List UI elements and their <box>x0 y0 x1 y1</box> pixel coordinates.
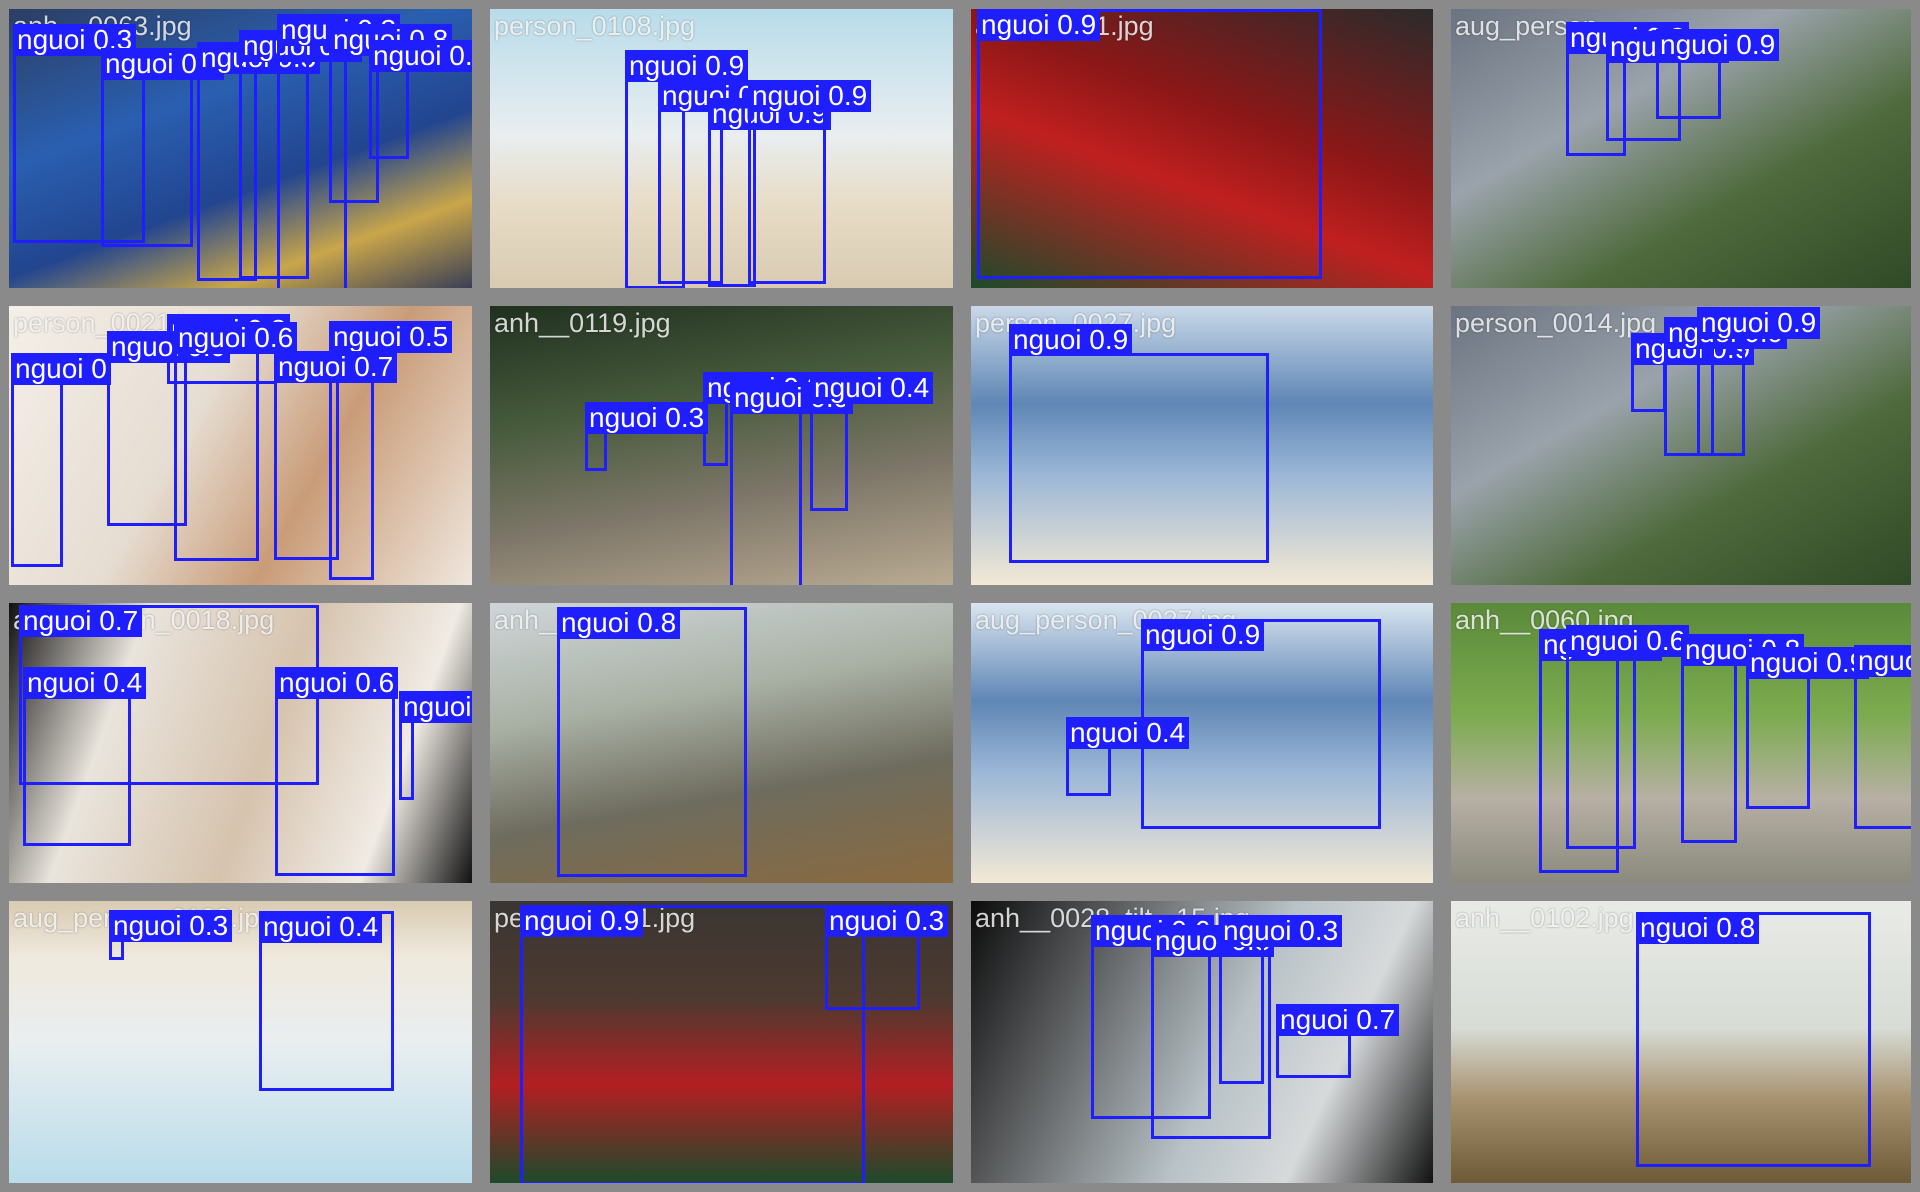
detection-label: nguoi 0.4 <box>1066 717 1190 749</box>
detection-box: nguoi 0.9 <box>1009 324 1269 563</box>
detection-label: nguoi 0.3 <box>109 910 233 942</box>
detection-box: nguoi 0.4 <box>23 667 147 846</box>
detection-box: nguoi 0.4 <box>259 911 394 1091</box>
image-tile: anh__0119.jpgnguoi 0.3nguoi 0.8nguoi 0.9… <box>481 297 962 594</box>
detection-box: nguoi 0.3 <box>1219 915 1343 1084</box>
image-tile: aug_person_0018.jpg nguoi 0.7 nguoi 0.4 ngu… <box>0 594 481 892</box>
detection-box: nguoi 0.8 <box>1681 634 1805 843</box>
image-tile: anh__0026.jpgnguoi 0.8 <box>481 594 962 892</box>
detection-box: nguoi 0.9 <box>1631 333 1755 412</box>
detection-box: nguoi 0.7 <box>274 351 398 560</box>
detection-box: nguoi 0.8 <box>703 372 827 466</box>
detection-label: nguoi 0.9 <box>1746 647 1870 679</box>
detection-label: nguoi 0.5 <box>329 321 453 353</box>
image-tile: person_0041.jpgnguoi 0.9nguoi 0.3 <box>481 892 962 1192</box>
detection-label: nguoi 0.7 <box>1276 1004 1400 1036</box>
detection-label: nguoi 0.7 <box>19 605 143 637</box>
detection-box: nguoi 0.3 <box>109 910 233 960</box>
detection-label: nguoi 0.9 <box>1141 619 1265 651</box>
detection-label: nguoi 0.9 <box>1656 29 1780 61</box>
detection-label: nguoi 0.4 <box>810 372 934 404</box>
filename-label: anh__0119.jpg <box>494 308 671 338</box>
detection-box: nguoi 0.4 <box>399 691 472 800</box>
detection-label: nguoi 0.6 <box>1566 625 1690 657</box>
detection-label: nguoi 0.3 <box>585 402 709 434</box>
detection-label: nguoi 0 <box>11 353 111 385</box>
detection-label: nguoi 0.9 <box>1854 645 1911 677</box>
detection-box: nguoi 0.8 <box>1636 912 1871 1167</box>
detection-label: nguoi 0.3 <box>825 905 949 937</box>
detection-box: nguoi 0.9 <box>1697 307 1821 456</box>
detection-label: nguoi 0.4 <box>399 691 472 723</box>
detection-box: nguoi 0.9 <box>748 80 872 284</box>
detection-box: nguoi 0.3 <box>585 402 709 471</box>
photo <box>9 901 472 1183</box>
image-tile: anh__0063.jpgnguoi 0.3nguoi 0.6nguoi 0.5… <box>0 0 481 297</box>
detection-box: nguoi 0.9 <box>730 382 854 585</box>
image-tile: aug_personnguoi 0.3nguoi 0.7nguoi 0.9 <box>1442 0 1920 297</box>
detection-grid: anh__0063.jpgnguoi 0.3nguoi 0.6nguoi 0.5… <box>0 0 1920 1192</box>
detection-label: nguoi 0.7 <box>274 351 398 383</box>
filename-label: anh__0102.jpg <box>1455 903 1634 933</box>
image-tile: aug_person_0027.jpg nguoi 0.9 nguoi 0.4 <box>962 594 1442 892</box>
detection-label: nguoi 0.9 <box>520 905 644 937</box>
image-tile: anh__0060.jpgnguoi 0.6nguoi 0.6nguoi 0.8… <box>1442 594 1920 892</box>
detection-box: nguoi 0.6 <box>275 667 399 876</box>
detection-box: nguoi 0.4 <box>1066 717 1190 796</box>
detection-label: nguoi 0.8 <box>369 40 472 72</box>
image-tile: person_0027.jpg nguoi 0.9 <box>962 297 1442 594</box>
detection-box: nguoi 0 <box>11 353 111 567</box>
detection-box: nguoi 0.6 <box>1566 625 1690 849</box>
detection-box: nguoi 0.7 <box>1276 1004 1400 1078</box>
detection-box: nguoi 0.9 <box>1854 645 1911 829</box>
detection-label: nguoi 0.3 <box>1219 915 1343 947</box>
image-tile: person_0021.jpgnguoi 0.8nguoi 0nguoi 0.9… <box>0 297 481 594</box>
detection-box: nguoi 0.8 <box>369 40 472 159</box>
image-tile: anh__0028_tilt_-15.jpgnguoi 0.6nguoi 0.8… <box>962 892 1442 1192</box>
detection-box: nguoi 0.9 <box>977 9 1322 279</box>
detection-label: nguoi 0.4 <box>259 911 383 943</box>
detection-box: nguoi 0.6 <box>101 48 225 247</box>
detection-box: nguoi 0.3 <box>825 905 949 1010</box>
detection-label: nguoi 0.9 <box>625 50 749 82</box>
detection-box: nguoi 0.4 <box>810 372 934 511</box>
image-tile: person_0108.jpg nguoi 0.9 nguoi 0.9 nguoi 0… <box>481 0 962 297</box>
detection-box: nguoi 0.6 <box>174 322 298 561</box>
detection-label: nguoi 0.8 <box>557 607 681 639</box>
image-tile: anh__0102.jpg nguoi 0.8 <box>1442 892 1920 1192</box>
image-tile: anh__0041.jpgnguoi 0.9 <box>962 0 1442 297</box>
filename-label: person_0108.jpg <box>494 11 696 41</box>
detection-box: nguoi 0.8 <box>557 607 747 877</box>
detection-label: nguoi 0.9 <box>1697 307 1821 339</box>
image-tile: aug_person_0108.jpgnguoi 0.3nguoi 0.4 <box>0 892 481 1192</box>
detection-label: nguoi 0.9 <box>977 9 1101 41</box>
detection-label: nguoi 0.6 <box>275 667 399 699</box>
filename-label: person_0014.jpg <box>1455 308 1657 338</box>
detection-box: nguoi 0.9 <box>520 905 865 1183</box>
detection-label: nguoi 0.9 <box>1009 324 1133 356</box>
detection-label: nguoi 0.8 <box>1636 912 1760 944</box>
detection-box: nguoi 0.9 <box>1746 647 1870 809</box>
detection-label: nguoi 0.4 <box>23 667 147 699</box>
detection-label: nguoi 0.6 <box>174 322 298 354</box>
image-tile: person_0014.jpgnguoi 0.9nguoi 0.9nguoi 0… <box>1442 297 1920 594</box>
detection-label: nguoi 0.9 <box>748 80 872 112</box>
detection-box: nguoi 0.9 <box>1656 29 1780 119</box>
